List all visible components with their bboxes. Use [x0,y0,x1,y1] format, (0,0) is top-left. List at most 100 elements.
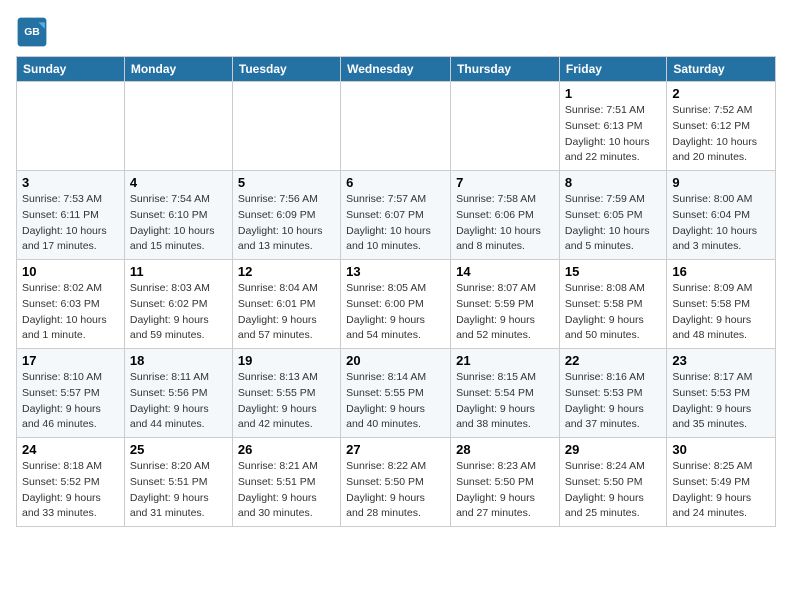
day-info: Sunrise: 8:09 AM Sunset: 5:58 PM Dayligh… [672,281,770,344]
day-info: Sunrise: 8:25 AM Sunset: 5:49 PM Dayligh… [672,459,770,522]
day-cell: 17 Sunrise: 8:10 AM Sunset: 5:57 PM Dayli… [17,349,125,438]
day-number: 9 [672,175,770,190]
day-number: 20 [346,353,445,368]
day-info: Sunrise: 7:56 AM Sunset: 6:09 PM Dayligh… [238,192,335,255]
day-info: Sunrise: 8:23 AM Sunset: 5:50 PM Dayligh… [456,459,554,522]
day-info: Sunrise: 8:20 AM Sunset: 5:51 PM Dayligh… [130,459,227,522]
day-cell [232,82,340,171]
day-info: Sunrise: 8:22 AM Sunset: 5:50 PM Dayligh… [346,459,445,522]
day-cell: 11 Sunrise: 8:03 AM Sunset: 6:02 PM Dayli… [124,260,232,349]
day-info: Sunrise: 8:07 AM Sunset: 5:59 PM Dayligh… [456,281,554,344]
day-info: Sunrise: 7:53 AM Sunset: 6:11 PM Dayligh… [22,192,119,255]
day-info: Sunrise: 7:51 AM Sunset: 6:13 PM Dayligh… [565,103,661,166]
header: GB [16,16,776,48]
day-number: 1 [565,86,661,101]
weekday-header-wednesday: Wednesday [341,57,451,82]
day-cell: 7Sunrise: 7:58 AM Sunset: 6:06 PM Daylig… [451,171,560,260]
day-cell: 9Sunrise: 8:00 AM Sunset: 6:04 PM Daylig… [667,171,776,260]
day-number: 22 [565,353,661,368]
day-cell: 22 Sunrise: 8:16 AM Sunset: 5:53 PM Dayli… [559,349,666,438]
week-row-5: 24 Sunrise: 8:18 AM Sunset: 5:52 PM Dayli… [17,438,776,527]
day-number: 26 [238,442,335,457]
day-cell: 18 Sunrise: 8:11 AM Sunset: 5:56 PM Dayli… [124,349,232,438]
day-number: 6 [346,175,445,190]
day-cell: 10 Sunrise: 8:02 AM Sunset: 6:03 PM Dayli… [17,260,125,349]
day-cell: 25 Sunrise: 8:20 AM Sunset: 5:51 PM Dayli… [124,438,232,527]
day-number: 10 [22,264,119,279]
day-number: 16 [672,264,770,279]
day-info: Sunrise: 8:18 AM Sunset: 5:52 PM Dayligh… [22,459,119,522]
day-info: Sunrise: 7:59 AM Sunset: 6:05 PM Dayligh… [565,192,661,255]
day-number: 11 [130,264,227,279]
day-cell: 3 Sunrise: 7:53 AM Sunset: 6:11 PM Daylig… [17,171,125,260]
day-info: Sunrise: 8:03 AM Sunset: 6:02 PM Dayligh… [130,281,227,344]
weekday-header-tuesday: Tuesday [232,57,340,82]
day-cell [124,82,232,171]
day-number: 3 [22,175,119,190]
day-cell [451,82,560,171]
day-info: Sunrise: 7:52 AM Sunset: 6:12 PM Dayligh… [672,103,770,166]
day-info: Sunrise: 8:16 AM Sunset: 5:53 PM Dayligh… [565,370,661,433]
day-number: 14 [456,264,554,279]
weekday-header-friday: Friday [559,57,666,82]
day-cell: 24 Sunrise: 8:18 AM Sunset: 5:52 PM Dayli… [17,438,125,527]
day-cell: 21 Sunrise: 8:15 AM Sunset: 5:54 PM Dayli… [451,349,560,438]
week-row-3: 10 Sunrise: 8:02 AM Sunset: 6:03 PM Dayli… [17,260,776,349]
weekday-header-thursday: Thursday [451,57,560,82]
day-number: 19 [238,353,335,368]
day-cell: 27 Sunrise: 8:22 AM Sunset: 5:50 PM Dayli… [341,438,451,527]
day-number: 24 [22,442,119,457]
day-number: 5 [238,175,335,190]
week-row-2: 3 Sunrise: 7:53 AM Sunset: 6:11 PM Daylig… [17,171,776,260]
day-cell: 14 Sunrise: 8:07 AM Sunset: 5:59 PM Dayli… [451,260,560,349]
day-cell: 2 Sunrise: 7:52 AM Sunset: 6:12 PM Daylig… [667,82,776,171]
day-info: Sunrise: 7:57 AM Sunset: 6:07 PM Dayligh… [346,192,445,255]
day-cell: 19 Sunrise: 8:13 AM Sunset: 5:55 PM Dayli… [232,349,340,438]
day-number: 25 [130,442,227,457]
day-number: 30 [672,442,770,457]
day-cell [17,82,125,171]
day-info: Sunrise: 8:11 AM Sunset: 5:56 PM Dayligh… [130,370,227,433]
day-number: 4 [130,175,227,190]
day-info: Sunrise: 8:17 AM Sunset: 5:53 PM Dayligh… [672,370,770,433]
day-cell: 8Sunrise: 7:59 AM Sunset: 6:05 PM Daylig… [559,171,666,260]
day-cell: 5 Sunrise: 7:56 AM Sunset: 6:09 PM Daylig… [232,171,340,260]
week-row-1: 1 Sunrise: 7:51 AM Sunset: 6:13 PM Daylig… [17,82,776,171]
week-row-4: 17 Sunrise: 8:10 AM Sunset: 5:57 PM Dayli… [17,349,776,438]
day-number: 13 [346,264,445,279]
day-cell: 6 Sunrise: 7:57 AM Sunset: 6:07 PM Daylig… [341,171,451,260]
svg-text:GB: GB [24,27,40,38]
day-info: Sunrise: 8:10 AM Sunset: 5:57 PM Dayligh… [22,370,119,433]
day-cell: 30 Sunrise: 8:25 AM Sunset: 5:49 PM Dayli… [667,438,776,527]
day-number: 2 [672,86,770,101]
day-info: Sunrise: 8:13 AM Sunset: 5:55 PM Dayligh… [238,370,335,433]
day-info: Sunrise: 8:02 AM Sunset: 6:03 PM Dayligh… [22,281,119,344]
weekday-header-row: SundayMondayTuesdayWednesdayThursdayFrid… [17,57,776,82]
day-info: Sunrise: 8:15 AM Sunset: 5:54 PM Dayligh… [456,370,554,433]
day-number: 29 [565,442,661,457]
day-cell: 20Sunrise: 8:14 AM Sunset: 5:55 PM Dayli… [341,349,451,438]
day-number: 27 [346,442,445,457]
day-number: 21 [456,353,554,368]
day-number: 15 [565,264,661,279]
day-cell: 4 Sunrise: 7:54 AM Sunset: 6:10 PM Daylig… [124,171,232,260]
day-info: Sunrise: 8:24 AM Sunset: 5:50 PM Dayligh… [565,459,661,522]
day-info: Sunrise: 8:08 AM Sunset: 5:58 PM Dayligh… [565,281,661,344]
day-cell [341,82,451,171]
day-cell: 15 Sunrise: 8:08 AM Sunset: 5:58 PM Dayli… [559,260,666,349]
calendar: SundayMondayTuesdayWednesdayThursdayFrid… [16,56,776,527]
day-cell: 26Sunrise: 8:21 AM Sunset: 5:51 PM Dayli… [232,438,340,527]
day-info: Sunrise: 7:58 AM Sunset: 6:06 PM Dayligh… [456,192,554,255]
day-cell: 23 Sunrise: 8:17 AM Sunset: 5:53 PM Dayli… [667,349,776,438]
day-info: Sunrise: 7:54 AM Sunset: 6:10 PM Dayligh… [130,192,227,255]
day-info: Sunrise: 8:04 AM Sunset: 6:01 PM Dayligh… [238,281,335,344]
day-number: 18 [130,353,227,368]
day-number: 23 [672,353,770,368]
day-number: 12 [238,264,335,279]
weekday-header-monday: Monday [124,57,232,82]
day-cell: 12 Sunrise: 8:04 AM Sunset: 6:01 PM Dayli… [232,260,340,349]
day-number: 17 [22,353,119,368]
day-cell: 13Sunrise: 8:05 AM Sunset: 6:00 PM Dayli… [341,260,451,349]
day-cell: 28Sunrise: 8:23 AM Sunset: 5:50 PM Dayli… [451,438,560,527]
logo-icon: GB [16,16,48,48]
